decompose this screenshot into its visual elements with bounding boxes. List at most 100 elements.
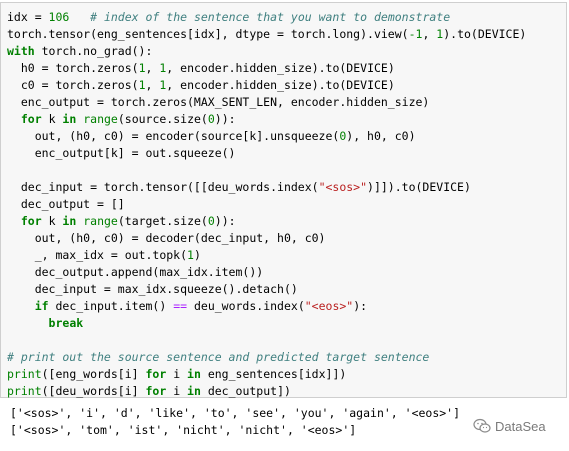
code-token: k xyxy=(41,112,63,126)
code-token: h0 = torch.zeros( xyxy=(7,61,139,75)
code-token: 0 xyxy=(207,112,215,126)
code-token: with xyxy=(7,44,35,58)
code-token: ([deu_words[i] xyxy=(41,384,146,398)
wechat-icon xyxy=(473,418,491,433)
output-line: ['<sos>', 'i', 'd', 'like', 'to', 'see',… xyxy=(10,406,461,420)
code-token: )): xyxy=(214,112,236,126)
code-line: idx = 106 # index of the sentence that y… xyxy=(7,9,526,26)
code-token: i xyxy=(166,384,188,398)
code-token: dec_output = [] xyxy=(7,197,125,211)
code-token: 1 xyxy=(187,248,194,262)
code-token: ), h0, c0) xyxy=(346,129,416,143)
code-token: k xyxy=(41,214,63,228)
code-token: )]]).to(DEVICE) xyxy=(367,180,471,194)
code-token: enc_output[k] = out.squeeze() xyxy=(7,146,236,160)
code-line: enc_output[k] = out.squeeze() xyxy=(7,145,526,162)
watermark: DataSea xyxy=(473,418,546,434)
code-line: dec_input = max_idx.squeeze().detach() xyxy=(7,281,526,298)
code-line: with torch.no_grad(): xyxy=(7,43,526,60)
code-token: 1 xyxy=(138,61,146,75)
code-token: dec_output.append(max_idx.item()) xyxy=(7,265,264,279)
code-token: for xyxy=(20,112,42,126)
output-line: ['<sos>', 'tom', 'ist', 'nicht', 'nicht'… xyxy=(10,423,357,437)
code-line: h0 = torch.zeros(1, 1, encoder.hidden_si… xyxy=(7,60,526,77)
code-token: )): xyxy=(214,214,236,228)
code-token: torch.no_grad(): xyxy=(34,44,153,58)
code-line: print([deu_words[i] for i in dec_output]… xyxy=(7,383,526,400)
code-token: -1 xyxy=(408,27,423,41)
code-line: dec_output = [] xyxy=(7,196,526,213)
code-token: 1 xyxy=(138,78,146,92)
code-line: enc_output = torch.zeros(MAX_SENT_LEN, e… xyxy=(7,94,526,111)
code-line: # print out the source sentence and pred… xyxy=(7,349,526,366)
code-token: "<sos>" xyxy=(318,180,368,194)
code-line: for k in range(target.size(0)): xyxy=(7,213,526,230)
code-token: range xyxy=(83,214,118,228)
code-line: dec_input = torch.tensor([[deu_words.ind… xyxy=(7,179,526,196)
code-line: out, (h0, c0) = encoder(source[k].unsque… xyxy=(7,128,526,145)
code-token: ): xyxy=(353,299,368,313)
code-token: # index of the sentence that you want to… xyxy=(90,10,451,24)
code-token: for xyxy=(145,367,167,381)
code-token: out, (h0, c0) = encoder(source[k].unsque… xyxy=(7,129,340,143)
code-token: in xyxy=(187,367,201,381)
code-token: i xyxy=(166,367,188,381)
code-token: ([eng_words[i] xyxy=(41,367,146,381)
code-token: 106 xyxy=(48,10,70,24)
code-token: ) xyxy=(193,248,201,262)
code-token: dec_input = torch.tensor([[deu_words.ind… xyxy=(7,180,319,194)
code-token: , encoder.hidden_size).to(DEVICE) xyxy=(166,78,395,92)
code-token: eng_sentences[idx]]) xyxy=(200,367,347,381)
code-token: , xyxy=(145,78,160,92)
code-token: 0 xyxy=(207,214,215,228)
code-token: c0 = torch.zeros( xyxy=(7,78,139,92)
code-line: break xyxy=(7,315,526,332)
code-token: dec_output]) xyxy=(200,384,291,398)
code-line: _, max_idx = out.topk(1) xyxy=(7,247,526,264)
code-token: (target.size( xyxy=(117,214,208,228)
code-line: print([eng_words[i] for i in eng_sentenc… xyxy=(7,366,526,383)
code-line: dec_output.append(max_idx.item()) xyxy=(7,264,526,281)
code-token: _, max_idx = out.topk( xyxy=(7,248,188,262)
code-token: (source.size( xyxy=(117,112,208,126)
cell-output: ['<sos>', 'i', 'd', 'like', 'to', 'see',… xyxy=(10,405,460,439)
code-token: print xyxy=(7,384,42,398)
code-line: torch.tensor(eng_sentences[idx], dtype =… xyxy=(7,26,526,43)
code-token: in xyxy=(62,214,77,228)
code-token: break xyxy=(48,316,84,330)
code-token: in xyxy=(187,384,201,398)
code-token: idx = xyxy=(7,10,49,24)
code-token: out, (h0, c0) = decoder(dec_input, h0, c… xyxy=(7,231,326,245)
code-editor[interactable]: idx = 106 # index of the sentence that y… xyxy=(7,9,526,400)
code-token: , xyxy=(422,27,437,41)
code-token: , xyxy=(145,61,160,75)
watermark-text: DataSea xyxy=(495,418,546,434)
code-token: , encoder.hidden_size).to(DEVICE) xyxy=(166,61,395,75)
code-token: # print out the source sentence and pred… xyxy=(7,350,430,364)
code-token: if xyxy=(34,299,49,313)
code-line: for k in range(source.size(0)): xyxy=(7,111,526,128)
code-token: dec_input = max_idx.squeeze().detach() xyxy=(7,282,298,296)
code-token: for xyxy=(145,384,167,398)
code-token: torch.tensor(eng_sentences[idx], dtype =… xyxy=(7,27,409,41)
code-token: dec_input.item() xyxy=(48,299,174,313)
code-token: deu_words.index( xyxy=(187,299,305,313)
code-line: if dec_input.item() == deu_words.index("… xyxy=(7,298,526,315)
code-token: enc_output = torch.zeros(MAX_SENT_LEN, e… xyxy=(7,95,430,109)
code-line: c0 = torch.zeros(1, 1, encoder.hidden_si… xyxy=(7,77,526,94)
code-token: ).to(DEVICE) xyxy=(443,27,527,41)
code-token: == xyxy=(173,299,188,313)
code-token: "<eos>" xyxy=(304,299,354,313)
code-token: for xyxy=(20,214,42,228)
code-token: range xyxy=(83,112,118,126)
code-line: out, (h0, c0) = decoder(dec_input, h0, c… xyxy=(7,230,526,247)
code-token: print xyxy=(7,367,42,381)
code-cell[interactable]: idx = 106 # index of the sentence that y… xyxy=(0,2,567,398)
